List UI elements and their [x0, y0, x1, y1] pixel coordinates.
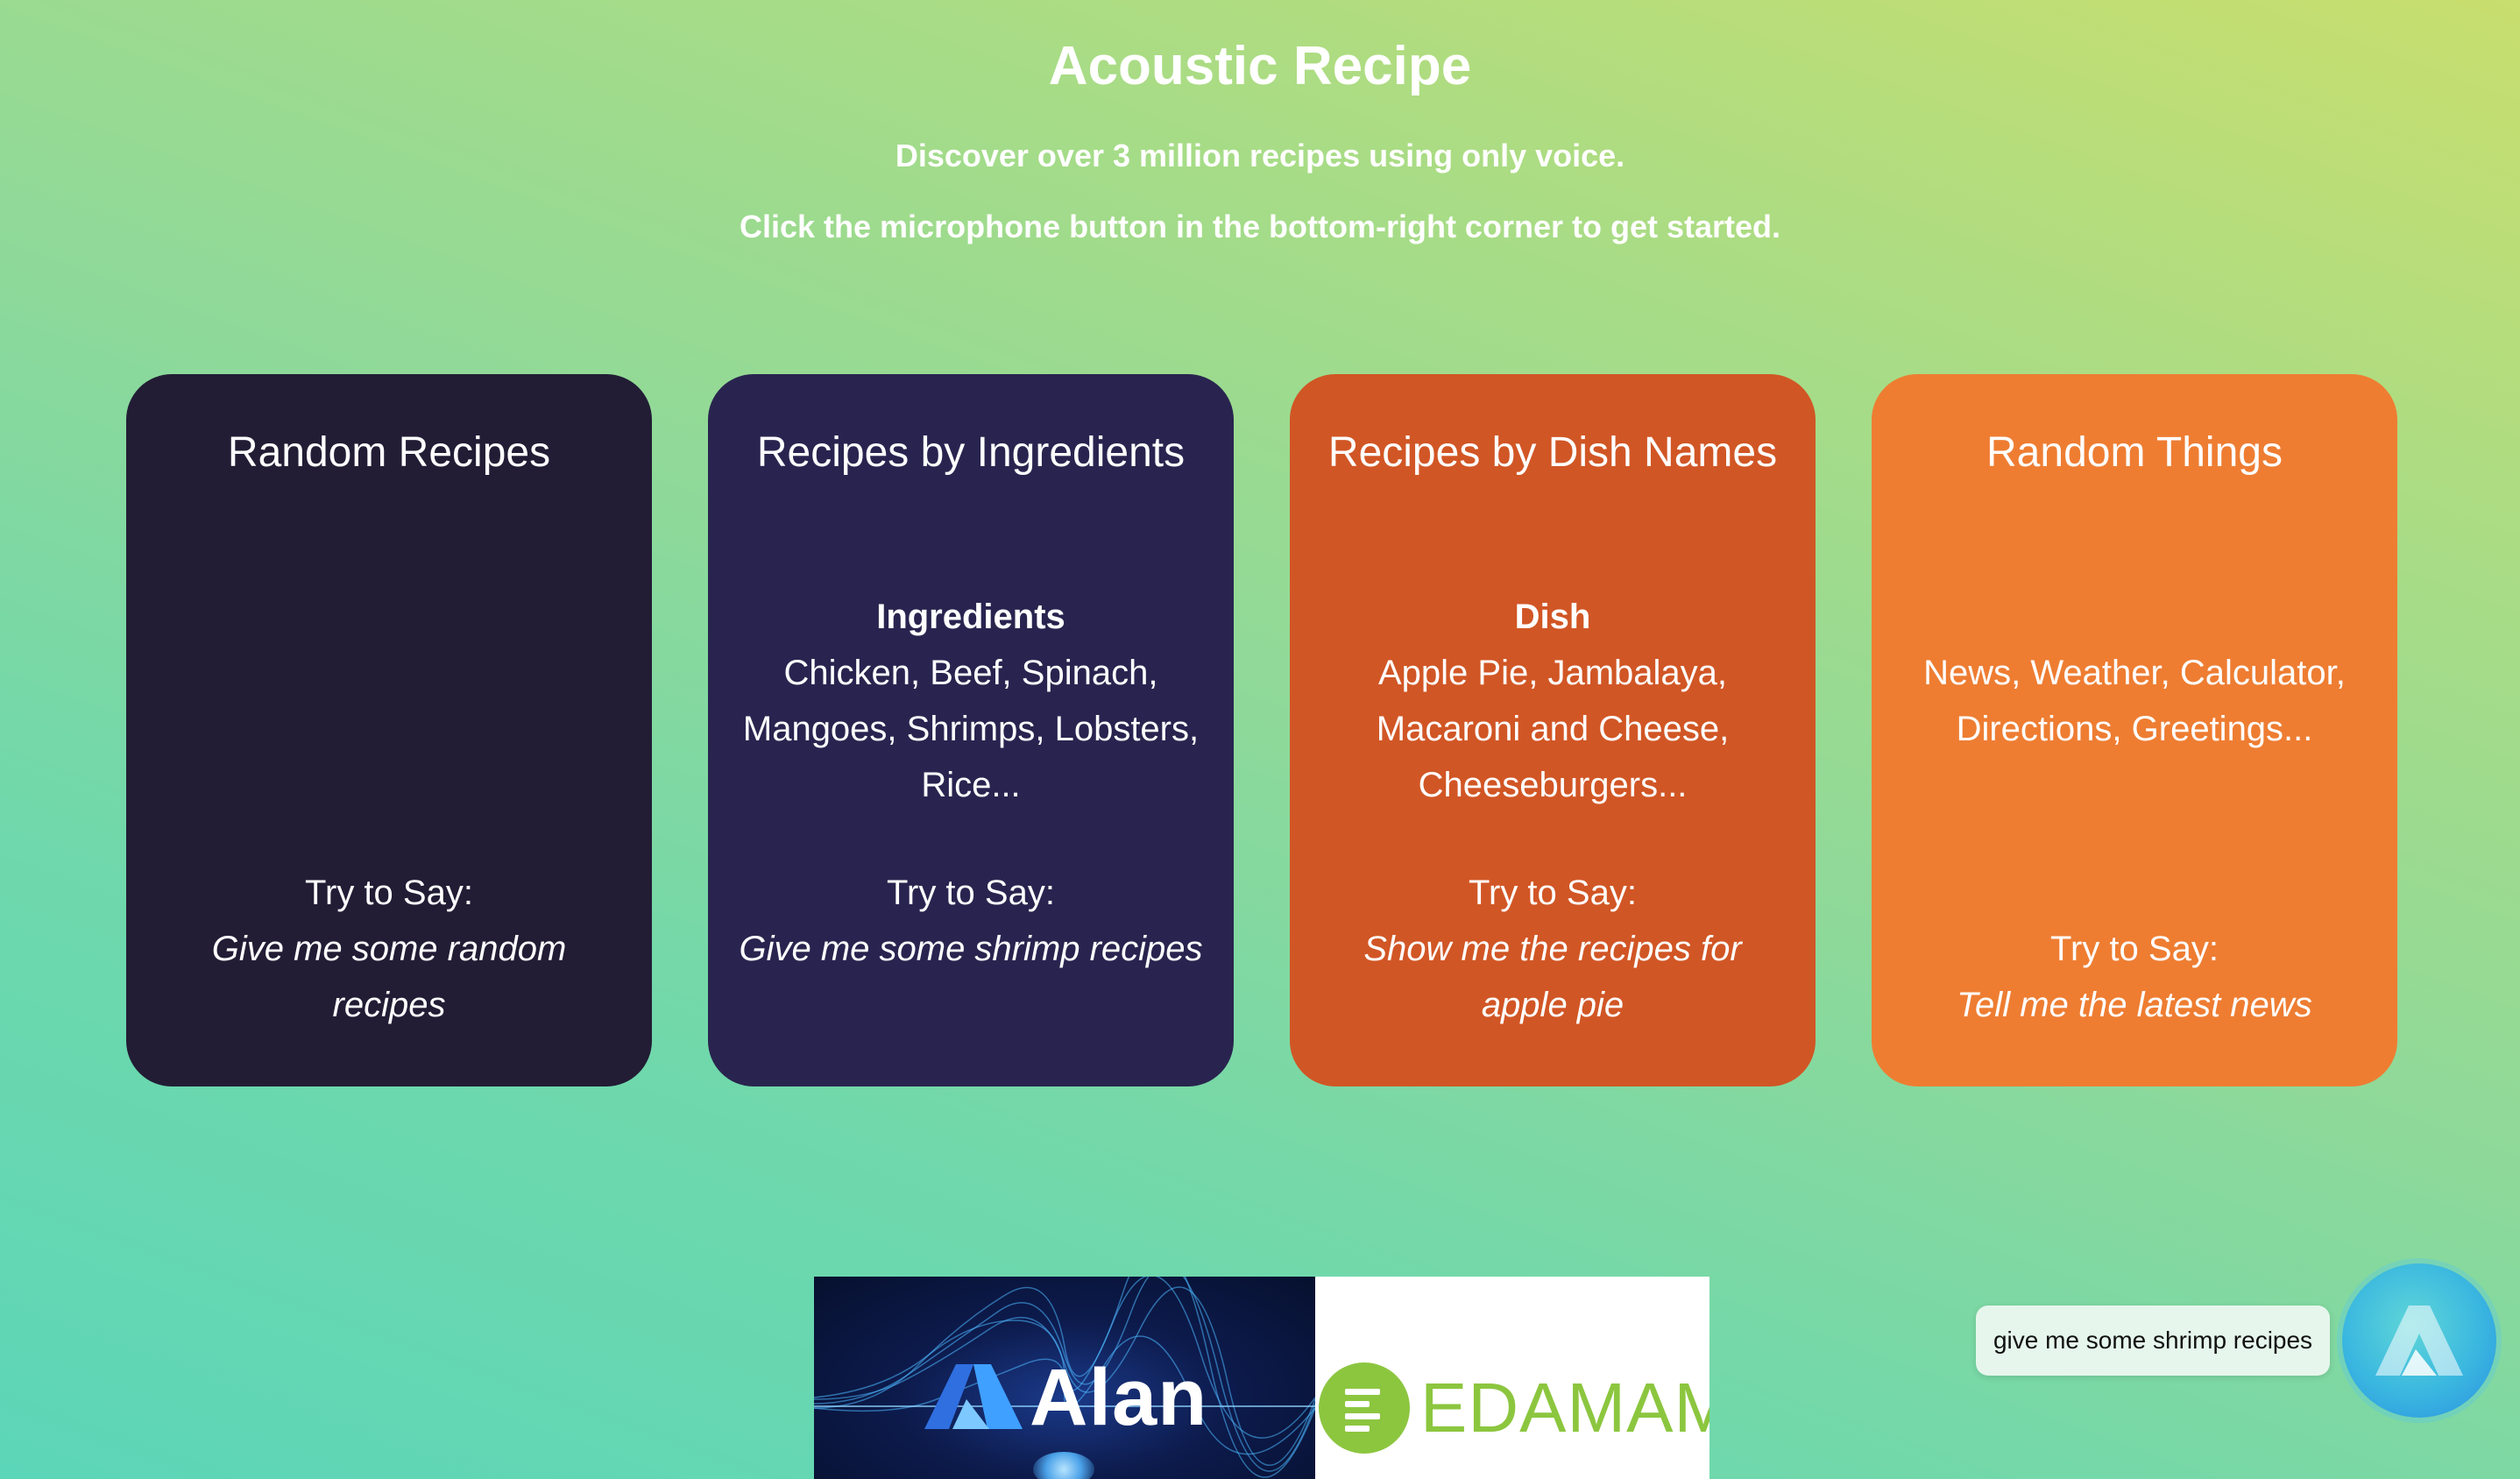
alan-voice-button[interactable]: [2342, 1263, 2496, 1418]
alan-wordmark: Alan: [1030, 1353, 1208, 1442]
edamam-logo: EDAMAM: [1315, 1277, 1709, 1479]
card-recipes-by-dish-names: Recipes by Dish Names Dish Apple Pie, Ja…: [1290, 374, 1816, 1086]
voice-transcript-bubble: give me some shrimp recipes: [1976, 1306, 2330, 1376]
alan-logo-icon: [2375, 1306, 2463, 1376]
card-try-to-say: Try to Say: Show me the recipes for appl…: [1316, 865, 1789, 1033]
card-body-items: News, Weather, Calculator, Directions, G…: [1923, 654, 2346, 748]
card-recipes-by-ingredients: Recipes by Ingredients Ingredients Chick…: [708, 374, 1234, 1086]
card-body: Ingredients Chicken, Beef, Spinach, Mang…: [734, 589, 1207, 813]
edamam-mark-icon: [1319, 1362, 1410, 1454]
card-try-to-say: Try to Say: Tell me the latest news: [1898, 921, 2371, 1033]
card-body: News, Weather, Calculator, Directions, G…: [1898, 645, 2371, 757]
alan-mark-icon: [924, 1364, 1023, 1429]
card-body-items: Chicken, Beef, Spinach, Mangoes, Shrimps…: [742, 654, 1200, 804]
try-label: Try to Say:: [887, 874, 1055, 912]
card-body: Dish Apple Pie, Jambalaya, Macaroni and …: [1316, 589, 1789, 813]
page-subtitle: Discover over 3 million recipes using on…: [895, 138, 1625, 173]
alan-logo: Alan: [814, 1277, 1315, 1479]
page-title: Acoustic Recipe: [1048, 36, 1472, 96]
card-body-items: Apple Pie, Jambalaya, Macaroni and Chees…: [1376, 654, 1730, 804]
card-title: Recipes by Ingredients: [756, 429, 1186, 476]
card-body-heading: Ingredients: [876, 598, 1065, 636]
card-try-to-say: Try to Say: Give me some random recipes: [152, 865, 626, 1033]
card-random-recipes: Random Recipes Try to Say: Give me some …: [126, 374, 652, 1086]
try-phrase: Tell me the latest news: [1957, 986, 2312, 1024]
card-title: Random Things: [1986, 429, 2283, 476]
card-title: Recipes by Dish Names: [1327, 429, 1778, 476]
edamam-wordmark: EDAMAM: [1420, 1369, 1709, 1447]
card-try-to-say: Try to Say: Give me some shrimp recipes: [734, 865, 1207, 977]
try-phrase: Give me some random recipes: [211, 930, 567, 1024]
try-label: Try to Say:: [2050, 930, 2219, 968]
try-phrase: Show me the recipes for apple pie: [1363, 930, 1742, 1024]
card-title: Random Recipes: [227, 429, 551, 476]
page-instructions: Click the microphone button in the botto…: [740, 209, 1780, 244]
card-random-things: Random Things News, Weather, Calculator,…: [1872, 374, 2397, 1086]
try-phrase: Give me some shrimp recipes: [739, 930, 1203, 968]
try-label: Try to Say:: [305, 874, 473, 912]
card-body-heading: Dish: [1514, 598, 1591, 636]
try-label: Try to Say:: [1469, 874, 1637, 912]
